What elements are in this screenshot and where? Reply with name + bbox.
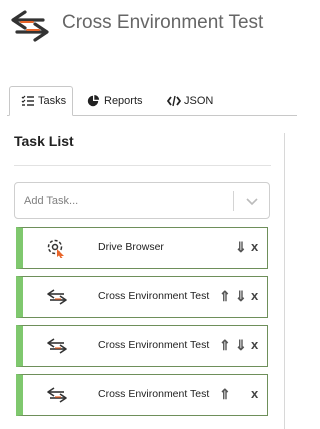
title-divider [14, 165, 271, 166]
remove-task-button[interactable]: x [251, 288, 258, 304]
tab-reports[interactable]: Reports [87, 86, 143, 116]
move-down-button[interactable]: ⇓ [235, 337, 247, 353]
tab-tasks[interactable]: Tasks [9, 86, 73, 116]
panel-divider [284, 133, 285, 429]
remove-task-button[interactable]: x [251, 386, 258, 402]
move-down-button[interactable]: ⇓ [235, 239, 247, 255]
move-up-button[interactable]: ⇑ [219, 386, 231, 402]
task-item[interactable]: Cross Environment Test ⇑ x [16, 374, 268, 416]
tab-label: Reports [104, 95, 143, 107]
move-down-button[interactable]: ⇓ [235, 288, 247, 304]
move-up-button[interactable]: ⇑ [219, 288, 231, 304]
select-separator [233, 191, 234, 211]
tab-label: JSON [184, 95, 214, 107]
tab-json[interactable]: JSON [167, 86, 213, 116]
task-name: Cross Environment Test [98, 339, 210, 351]
add-task-input[interactable] [24, 192, 224, 210]
task-name: Cross Environment Test [98, 388, 210, 400]
swap-arrows-icon [47, 289, 67, 305]
list-icon [21, 95, 34, 106]
task-item[interactable]: Drive Browser ⇓ x [16, 227, 268, 269]
tab-label: Tasks [38, 95, 67, 107]
code-icon [167, 95, 181, 107]
pie-chart-icon [87, 95, 100, 107]
app-title: Cross Environment Test [62, 12, 264, 33]
swap-arrows-icon [47, 338, 67, 354]
target-cursor-icon [47, 239, 64, 258]
add-task-select[interactable] [14, 182, 270, 219]
move-up-button[interactable]: ⇑ [219, 337, 231, 353]
task-list-title: Task List [14, 133, 74, 149]
app-header: Cross Environment Test [0, 0, 297, 52]
task-name: Cross Environment Test [98, 290, 210, 302]
chevron-down-icon[interactable] [244, 193, 260, 209]
remove-task-button[interactable]: x [251, 239, 258, 255]
task-item[interactable]: Cross Environment Test ⇑ ⇓ x [16, 276, 268, 318]
task-name: Drive Browser [98, 241, 164, 253]
swap-arrows-icon [47, 387, 67, 403]
remove-task-button[interactable]: x [251, 337, 258, 353]
task-item[interactable]: Cross Environment Test ⇑ ⇓ x [16, 325, 268, 367]
swap-arrows-icon [11, 10, 49, 42]
